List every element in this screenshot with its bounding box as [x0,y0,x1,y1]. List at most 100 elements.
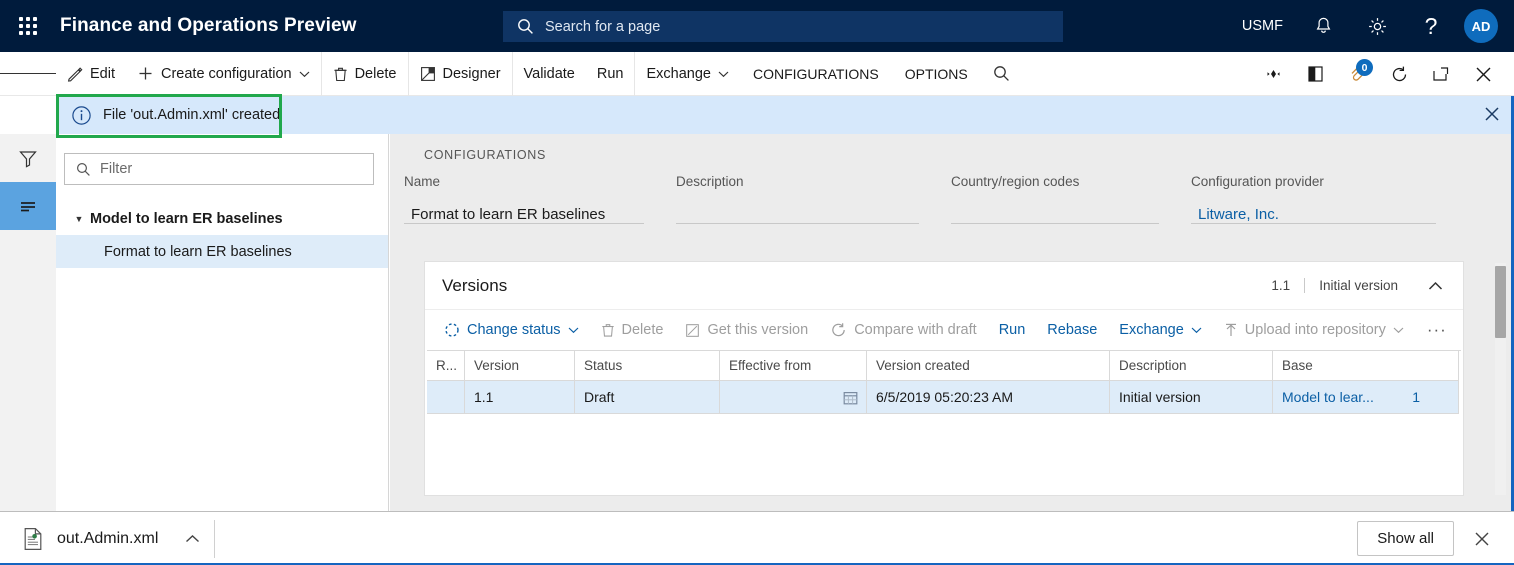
info-icon [71,105,92,126]
column-header-version[interactable]: Version [465,351,575,381]
action-pane: Edit Create configuration Delete [0,52,1514,96]
rail-filter-button[interactable] [0,134,56,182]
versions-overflow-button[interactable]: ··· [1415,320,1459,340]
message-bar: File 'out.Admin.xml' created [56,96,1514,134]
get-this-version-label: Get this version [707,322,808,338]
validate-button[interactable]: Validate [512,52,586,96]
app-title: Finance and Operations Preview [60,15,357,37]
versions-collapse-button[interactable] [1412,281,1449,291]
version-exchange-button[interactable]: Exchange [1108,310,1213,350]
chevron-down-icon [718,70,729,78]
open-in-new-window-button[interactable] [1294,52,1336,96]
edit-button[interactable]: Edit [56,52,126,96]
version-run-label: Run [999,322,1026,338]
field-country-region-codes: Country/region codes [951,174,1191,224]
tree-node-format[interactable]: Format to learn ER baselines [56,235,388,268]
field-name-value[interactable]: Format to learn ER baselines [404,198,644,224]
search-icon [517,18,534,35]
delete-button[interactable]: Delete [321,52,408,96]
filter-icon [17,147,39,169]
message-bar-close-button[interactable] [1484,106,1500,122]
chevron-up-icon [185,534,200,544]
close-page-button[interactable] [1462,52,1504,96]
navigation-menu-button[interactable] [0,52,56,96]
versions-scrollbar-thumb[interactable] [1495,266,1506,338]
column-header-description[interactable]: Description [1110,351,1273,381]
column-header-base[interactable]: Base [1273,351,1459,381]
filter-input[interactable]: Filter [64,153,374,185]
exchange-button[interactable]: Exchange [634,52,740,96]
cell-version[interactable]: 1.1 [465,381,575,414]
hamburger-icon-bar [19,73,38,75]
versions-toolbar: Change status Delete [425,310,1463,350]
company-selector[interactable]: USMF [1229,0,1296,52]
field-description-value[interactable] [676,198,919,224]
app-root: Finance and Operations Preview Search fo… [0,0,1514,565]
cell-base[interactable]: Model to lear... 1 [1273,381,1459,414]
chevron-up-icon [1428,281,1443,291]
top-bar-right-group: USMF ? [1229,0,1514,52]
column-header-version-created[interactable]: Version created [867,351,1110,381]
calendar-icon[interactable] [843,390,858,405]
run-button[interactable]: Run [586,52,635,96]
versions-summary-version: 1.1 [1257,278,1304,293]
cell-description[interactable]: Initial version [1110,381,1273,414]
popout-button[interactable] [1420,52,1462,96]
help-button[interactable]: ? [1404,0,1458,52]
download-item[interactable]: out.Admin.xml [0,512,214,565]
search-icon [993,65,1010,82]
cell-effective-from[interactable] [720,381,867,414]
column-header-effective-from[interactable]: Effective from [720,351,867,381]
pencil-icon [67,66,83,82]
change-status-button[interactable]: Change status [433,310,590,350]
expand-caret-icon[interactable]: ▼ [68,214,90,224]
popout-icon [1432,66,1450,82]
upload-icon [1224,323,1238,338]
hamburger-icon-bar [37,73,56,75]
designer-button[interactable]: Designer [408,52,512,96]
configuration-fields: Name Format to learn ER baselines Descri… [404,174,1498,224]
field-name-label: Name [404,174,644,189]
tab-configurations[interactable]: CONFIGURATIONS [740,52,892,96]
tree-node-model[interactable]: ▼ Model to learn ER baselines [56,202,388,235]
show-all-downloads-button[interactable]: Show all [1357,521,1454,556]
column-header-status[interactable]: Status [575,351,720,381]
action-pane-search-button[interactable] [981,52,1023,96]
cell-version-created[interactable]: 6/5/2019 05:20:23 AM [867,381,1110,414]
rebase-button[interactable]: Rebase [1036,310,1108,350]
refresh-button[interactable] [1378,52,1420,96]
top-navigation-bar: Finance and Operations Preview Search fo… [0,0,1514,52]
edit-button-label: Edit [90,66,115,82]
cell-row-marker[interactable] [427,381,465,414]
share-button[interactable] [1252,52,1294,96]
field-country-region-codes-value[interactable] [951,198,1159,224]
column-header-r[interactable]: R... [427,351,465,381]
trash-icon [601,322,615,338]
rail-list-button[interactable] [0,182,56,230]
list-icon [17,195,39,217]
section-label: CONFIGURATIONS [424,148,546,162]
chevron-down-icon [299,70,310,78]
settings-button[interactable] [1350,0,1404,52]
table-row[interactable]: 1.1 Draft [427,381,1461,414]
version-run-button[interactable]: Run [988,310,1037,350]
field-configuration-provider-value[interactable]: Litware, Inc. [1191,198,1436,224]
global-search-input[interactable]: Search for a page [503,11,1063,42]
download-bar: out.Admin.xml Show all [0,511,1514,565]
cell-status[interactable]: Draft [575,381,720,414]
plus-icon [137,65,154,82]
designer-icon [420,66,436,82]
waffle-menu-button[interactable] [0,17,56,35]
download-file-name: out.Admin.xml [57,530,158,548]
download-bar-close-button[interactable] [1466,527,1498,551]
attachment-button[interactable]: 0 [1336,52,1378,96]
download-bar-right-group: Show all [1357,521,1514,556]
versions-grid: R... Version Status Effective from Versi… [427,350,1461,414]
user-avatar[interactable]: AD [1464,9,1498,43]
field-country-region-codes-label: Country/region codes [951,174,1159,189]
tab-options[interactable]: OPTIONS [892,52,981,96]
download-menu-button[interactable] [171,534,214,544]
create-configuration-button[interactable]: Create configuration [126,52,321,96]
action-pane-right-group: 0 [1252,52,1514,96]
notifications-button[interactable] [1296,0,1350,52]
